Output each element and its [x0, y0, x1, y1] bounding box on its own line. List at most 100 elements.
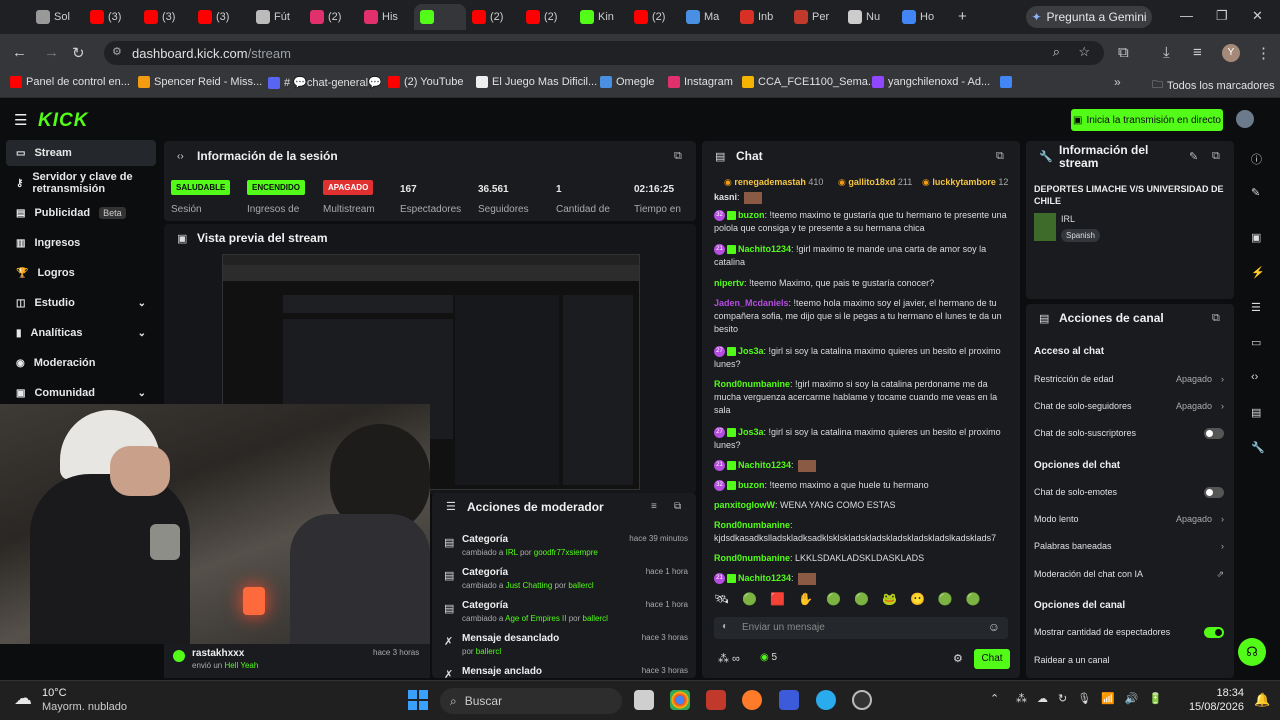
top-gifter[interactable]: ◉ gallito18xd 211	[838, 177, 912, 188]
download-icon[interactable]: ⤓	[1163, 44, 1170, 61]
app-icon[interactable]	[706, 690, 726, 710]
chat-username[interactable]: kasni	[714, 192, 737, 202]
chat-username[interactable]: panxitoglowW	[714, 500, 775, 510]
chat-input[interactable]: ◐ Enviar un mensaje ☺	[714, 617, 1008, 639]
browser-tab[interactable]: (3)	[192, 4, 242, 30]
detail-user[interactable]: ballercl	[583, 614, 608, 623]
followers-only-row[interactable]: Chat de solo-seguidores Apagado ›	[1034, 401, 1224, 411]
user-avatar[interactable]	[1236, 110, 1254, 128]
sidebar-item[interactable]: ▭ Stream	[6, 140, 156, 166]
extensions-icon[interactable]: ⧉	[1118, 44, 1129, 61]
url-field[interactable]: ⚙ dashboard.kick.com/stream ⌕ ☆	[104, 41, 1104, 65]
emote-icon[interactable]: 🟢	[938, 592, 953, 614]
chrome-icon[interactable]	[670, 690, 690, 710]
site-info-icon[interactable]: ⚙	[112, 45, 122, 58]
emoji-icon[interactable]: ☺	[988, 620, 1000, 634]
actions-popout-icon[interactable]: ⧉	[1212, 312, 1220, 325]
zoom-icon[interactable]: ⌕	[1053, 44, 1060, 60]
app2-icon[interactable]	[779, 690, 799, 710]
reload-icon[interactable]: ↻	[72, 44, 85, 62]
emote-icon[interactable]: 🟢	[854, 592, 869, 614]
emote-icon[interactable]: 🟢	[966, 592, 981, 614]
info-icon[interactable]: ⓘ	[1251, 151, 1262, 167]
emote-icon[interactable]: 🟢	[826, 592, 841, 614]
chat-username[interactable]: Jaden_Mcdaniels	[714, 298, 789, 308]
raid-row[interactable]: Raidear a un canal	[1034, 655, 1224, 665]
chat-username[interactable]: Rond0numbanine	[714, 520, 790, 530]
subs-only-toggle[interactable]	[1204, 428, 1224, 439]
banned-words-row[interactable]: Palabras baneadas ›	[1034, 541, 1224, 551]
media-icon[interactable]: ≡	[1193, 44, 1202, 61]
more-bookmarks-icon[interactable]: »	[1114, 75, 1121, 89]
browser-tab[interactable]: Ho	[896, 4, 946, 30]
hamburger-icon[interactable]: ☰	[14, 111, 27, 129]
emote-only-toggle[interactable]	[1204, 487, 1224, 498]
browser-tab[interactable]: Inb	[734, 4, 784, 30]
tool-icon[interactable]: 🔧	[1251, 441, 1265, 454]
restore-icon[interactable]: ❐	[1216, 8, 1228, 24]
code-icon[interactable]: ‹›	[1251, 371, 1258, 383]
emote-icon[interactable]: 🟥	[770, 592, 785, 614]
chat-username[interactable]: Nachito1234	[738, 573, 791, 583]
bookmark-item[interactable]: CCA_FCE1100_Sema...	[742, 76, 877, 88]
notification-icon[interactable]: 🔔	[1254, 692, 1270, 708]
chat-settings-icon[interactable]: ⁂ ∞	[718, 652, 740, 665]
chat-username[interactable]: Rond0numbanine	[714, 379, 790, 389]
emote-icon[interactable]: 😶	[910, 592, 925, 614]
browser-tab[interactable]: Ma	[680, 4, 730, 30]
edit-icon[interactable]: ✎	[1189, 150, 1198, 163]
lightning-icon[interactable]: ⚡	[1251, 266, 1265, 279]
menu-icon[interactable]: ⋮	[1256, 44, 1271, 62]
browser-tab[interactable]: Nu	[842, 4, 892, 30]
stack-icon[interactable]: ▤	[1251, 406, 1261, 419]
bookmark-item[interactable]: (2) YouTube	[388, 76, 464, 88]
sidebar-item[interactable]: ◉ Moderación	[6, 350, 156, 376]
pencil-icon[interactable]: ✎	[1251, 186, 1260, 199]
detail-user[interactable]: ballercl	[476, 647, 501, 656]
bookmark-item[interactable]: Instagram	[668, 76, 733, 88]
age-restriction-row[interactable]: Restricción de edad Apagado ›	[1034, 374, 1224, 384]
bookmark-item[interactable]: Spencer Reid - Miss...	[138, 76, 262, 88]
browser-tab[interactable]	[414, 4, 466, 30]
profile-avatar[interactable]: Y	[1222, 44, 1240, 62]
star-icon[interactable]: ☆	[1078, 44, 1090, 60]
sidebar-item[interactable]: 🏆 Logros	[6, 260, 156, 286]
sidebar-item[interactable]: ◫ Estudio ⌄	[6, 290, 156, 316]
browser-tab[interactable]: (2)	[628, 4, 678, 30]
task-view-icon[interactable]	[634, 690, 654, 710]
chat-username[interactable]: Jos3a	[738, 346, 764, 356]
browser-tab[interactable]: (3)	[138, 4, 188, 30]
sidebar-item[interactable]: ▥ Ingresos	[6, 230, 156, 256]
bookmark-item[interactable]: Omegle	[600, 76, 655, 88]
chat-username[interactable]: buzon	[738, 480, 765, 490]
back-icon[interactable]: ←	[12, 44, 27, 61]
browser-tab[interactable]: (2)	[466, 4, 516, 30]
info-popout-icon[interactable]: ⧉	[1212, 150, 1220, 163]
gear-icon[interactable]: ⚙	[953, 652, 963, 665]
emote-icon[interactable]: 🟢	[742, 592, 757, 614]
new-tab-icon[interactable]: +	[958, 8, 967, 25]
emote-icon[interactable]: 🛰	[714, 592, 729, 614]
chat-username[interactable]: nipertv	[714, 278, 744, 288]
forward-icon[interactable]: →	[44, 44, 59, 61]
sidebar-item[interactable]: ▮ Analíticas ⌄	[6, 320, 156, 346]
go-live-button[interactable]: ▣ Inicia la transmisión en directo	[1071, 109, 1223, 131]
show-viewers-toggle[interactable]	[1204, 627, 1224, 638]
ai-moderation-row[interactable]: Moderación del chat con IA ⇗	[1034, 569, 1224, 579]
browser-tab[interactable]: (3)	[84, 4, 134, 30]
sidebar-item[interactable]: ▣ Comunidad ⌄	[6, 380, 156, 406]
bookmark-item[interactable]	[1000, 76, 1016, 88]
chevron-up-icon[interactable]: ⌃	[990, 692, 999, 705]
firefox-icon[interactable]	[742, 690, 762, 710]
send-chat-button[interactable]: Chat	[974, 649, 1010, 669]
slow-mode-row[interactable]: Modo lento Apagado ›	[1034, 514, 1224, 524]
chat-username[interactable]: Nachito1234	[738, 244, 791, 254]
kick-logo[interactable]: KICK	[38, 110, 88, 132]
chat-username[interactable]: Nachito1234	[738, 460, 791, 470]
filter-icon[interactable]: ≡	[651, 501, 657, 512]
emote-icon[interactable]: 🐸	[882, 592, 897, 614]
chat-popout-icon[interactable]: ⧉	[996, 150, 1004, 163]
browser-tab[interactable]: Kin	[574, 4, 624, 30]
detail-user[interactable]: ballercl	[568, 581, 593, 590]
chat-username[interactable]: buzon	[738, 210, 765, 220]
